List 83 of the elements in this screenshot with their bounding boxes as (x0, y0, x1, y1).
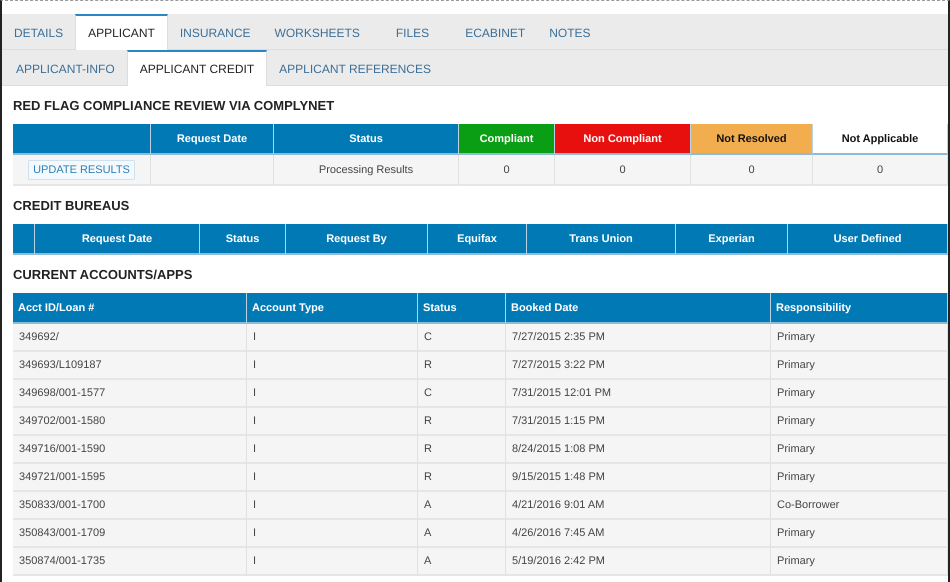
column-header-background (13, 224, 35, 255)
column-header: Not Applicable (813, 124, 948, 155)
table-cell: 349698/001-1577 (13, 380, 247, 408)
table-cell: Primary (771, 352, 948, 380)
column-header: Account Type (247, 293, 418, 324)
column-header: Compliant (459, 124, 555, 155)
table-cell: I (247, 324, 418, 352)
table-cell: 0 (813, 155, 948, 186)
table-cell: 4/21/2016 9:01 AM (506, 492, 771, 520)
section-title: CREDIT BUREAUS (13, 196, 130, 214)
table-cell: 349693/L109187 (13, 352, 247, 380)
table-cell: I (247, 492, 418, 520)
column-header: Request Date (151, 124, 274, 155)
section-title: RED FLAG COMPLIANCE REVIEW VIA COMPLYNET (13, 96, 336, 114)
tab[interactable]: APPLICANT-INFO (4, 50, 127, 86)
column-header: Request Date (35, 224, 200, 255)
tab[interactable]: INSURANCE (168, 14, 262, 50)
column-header: Booked Date (506, 293, 771, 324)
tab[interactable]: DETAILS (2, 14, 76, 50)
table-cell: Processing Results (274, 155, 459, 186)
table-cell: 7/27/2015 2:35 PM (506, 324, 771, 352)
table-cell: 7/31/2015 1:15 PM (506, 408, 771, 436)
table-cell: R (418, 408, 506, 436)
column-header: Experian (676, 224, 788, 255)
table-cell: Primary (771, 324, 948, 352)
table-cell: 350833/001-1700 (13, 492, 247, 520)
tab[interactable]: WORKSHEETS (262, 14, 372, 50)
table-cell: Primary (771, 464, 948, 492)
table-cell: C (418, 324, 506, 352)
table-cell: Primary (771, 548, 948, 576)
tab[interactable]: APPLICANT REFERENCES (267, 50, 443, 86)
column-header: Request By (286, 224, 428, 255)
table-cell: 349716/001-1590 (13, 436, 247, 464)
table-cell: 350843/001-1709 (13, 520, 247, 548)
table-cell: 9/15/2015 1:48 PM (506, 464, 771, 492)
table-cell: R (418, 436, 506, 464)
table-cell: 349692/ (13, 324, 247, 352)
table-cell: 350874/001-1735 (13, 548, 247, 576)
table-cell: 0 (459, 155, 555, 186)
table-cell: Primary (771, 520, 948, 548)
table-cell: Primary (771, 436, 948, 464)
table-cell: A (418, 520, 506, 548)
tab[interactable]: NOTES (537, 14, 603, 50)
table-cell: 0 (555, 155, 691, 186)
table-cell: 349721/001-1595 (13, 464, 247, 492)
column-header: Status (274, 124, 459, 155)
table-cell: 8/24/2015 1:08 PM (506, 436, 771, 464)
column-header: Status (418, 293, 506, 324)
table-cell: Primary (771, 380, 948, 408)
column-header: Status (200, 224, 286, 255)
table-cell: I (247, 436, 418, 464)
table-cell: 349702/001-1580 (13, 408, 247, 436)
table-cell: 7/31/2015 12:01 PM (506, 380, 771, 408)
column-header: User Defined (788, 224, 948, 255)
tab[interactable]: FILES (372, 14, 454, 50)
table-cell: I (247, 464, 418, 492)
column-header: Responsibility (771, 293, 948, 324)
table-cell: 0 (691, 155, 813, 186)
table-cell: I (247, 380, 418, 408)
column-header: Trans Union (527, 224, 676, 255)
column-header: Not Resolved (691, 124, 813, 155)
table-cell: 5/19/2016 2:42 PM (506, 548, 771, 576)
column-header: Acct ID/Loan # (13, 293, 247, 324)
table-cell: R (418, 464, 506, 492)
column-header: Equifax (428, 224, 527, 255)
table-cell: Primary (771, 408, 948, 436)
table-cell: R (418, 352, 506, 380)
tab[interactable]: APPLICANT (75, 14, 168, 50)
tab[interactable]: ECABINET (453, 14, 538, 50)
table-cell: 7/27/2015 3:22 PM (506, 352, 771, 380)
column-header: Non Compliant (555, 124, 691, 155)
table-cell: I (247, 520, 418, 548)
table-cell: 4/26/2016 7:45 AM (506, 520, 771, 548)
table-cell: A (418, 548, 506, 576)
table-cell: C (418, 380, 506, 408)
table-cell: I (247, 548, 418, 576)
table-cell: A (418, 492, 506, 520)
update-results-button[interactable]: UPDATE RESULTS (28, 160, 135, 180)
table-cell: Co-Borrower (771, 492, 948, 520)
table-cell: I (247, 408, 418, 436)
section-title: CURRENT ACCOUNTS/APPS (13, 266, 194, 284)
tab[interactable]: APPLICANT CREDIT (126, 50, 268, 86)
table-cell: I (247, 352, 418, 380)
